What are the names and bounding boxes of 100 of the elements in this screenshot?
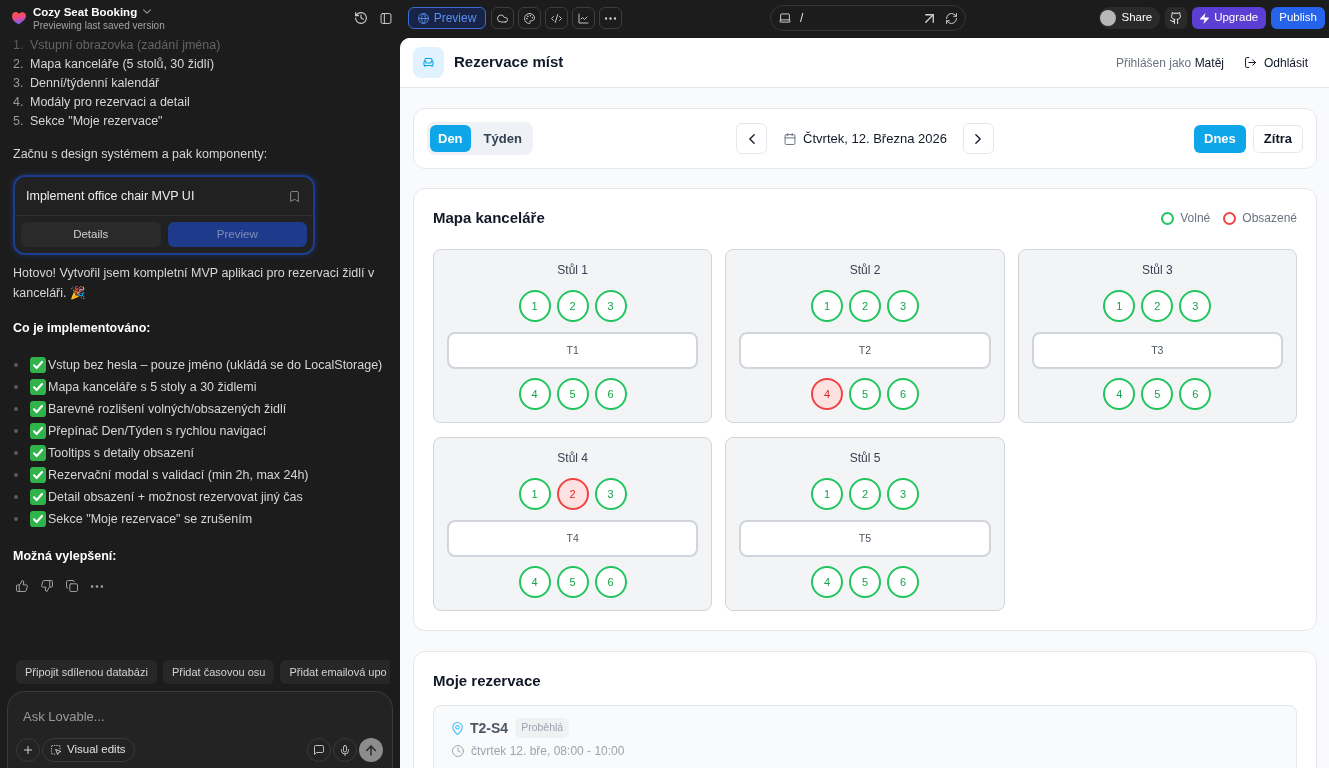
chair-seat[interactable]: 5 <box>1141 378 1174 410</box>
preview-button[interactable]: Preview <box>408 7 486 29</box>
calendar-icon <box>784 132 797 145</box>
chair-seat[interactable]: 2 <box>849 290 881 322</box>
laptop-icon[interactable] <box>779 13 791 23</box>
speech-bubble-icon <box>314 745 324 755</box>
chair-seat[interactable]: 5 <box>849 566 881 598</box>
day-button[interactable]: Dnes <box>1194 124 1246 153</box>
thumbs-up-icon[interactable] <box>16 580 28 592</box>
sidebar-icon[interactable] <box>380 12 392 24</box>
chair-seat[interactable]: 5 <box>849 378 881 410</box>
copy-icon[interactable] <box>66 580 78 592</box>
list-item-text: Přepínač Den/Týden s rychlou navigací <box>48 422 267 440</box>
task-tab[interactable]: Preview <box>167 222 307 247</box>
send-button[interactable] <box>359 738 383 762</box>
chair-seat[interactable]: 2 <box>849 478 881 510</box>
list-item-text: Mapa kanceláře (5 stolů, 30 židlí) <box>30 56 215 73</box>
chevron-left-icon <box>748 133 755 144</box>
chair-seat[interactable]: 3 <box>594 290 627 322</box>
list-item-text: Vstupní obrazovka (zadání jména) <box>30 37 221 54</box>
armchair-icon <box>413 47 444 78</box>
external-link-icon[interactable] <box>925 13 934 23</box>
palette-button[interactable] <box>518 7 541 29</box>
share-button[interactable]: Share <box>1099 7 1161 29</box>
dashed-cursor-icon <box>51 745 61 755</box>
chair-seat[interactable]: 2 <box>556 290 589 322</box>
chair-seat[interactable]: 4 <box>518 566 551 598</box>
globe-icon <box>417 12 429 24</box>
bookmark-icon[interactable] <box>290 190 299 202</box>
prompt-field[interactable]: Ask Lovable... <box>7 691 393 731</box>
refresh-icon[interactable] <box>946 12 957 24</box>
more-button[interactable] <box>599 7 622 29</box>
task-tab[interactable]: Details <box>21 222 161 247</box>
bullet-icon <box>14 429 18 433</box>
line-chart-button[interactable] <box>572 7 595 29</box>
chair-seat[interactable]: 6 <box>887 378 919 410</box>
chair-seat[interactable]: 1 <box>811 478 843 510</box>
chair-seat[interactable]: 3 <box>594 478 627 510</box>
message-text: Hotovo! Vytvořil jsem kompletní MVP aplikaci pro rezervaci židlí v kanceláři. 🎉 <box>13 265 376 302</box>
chair-seat[interactable]: 3 <box>887 290 919 322</box>
desk-table: T4 <box>447 520 699 557</box>
chair-seat[interactable]: 1 <box>811 290 843 322</box>
chair-seat[interactable]: 6 <box>1179 378 1212 410</box>
list-item-text: Tooltips s detaily obsazení <box>48 444 194 462</box>
chair-seat[interactable]: 4 <box>518 378 551 410</box>
cloud-icon <box>497 12 508 24</box>
project-name[interactable]: Cozy Seat Booking <box>33 4 138 19</box>
more-icon[interactable] <box>91 584 103 588</box>
chair-seat[interactable]: 3 <box>1179 290 1212 322</box>
list-number: 1. <box>13 37 25 54</box>
plus-icon <box>24 746 32 754</box>
code-button[interactable] <box>545 7 568 29</box>
chair-seat[interactable]: 4 <box>1103 378 1136 410</box>
chevron-down-icon[interactable] <box>143 9 152 14</box>
chair-seat[interactable]: 5 <box>556 378 589 410</box>
chair-seat[interactable]: 4 <box>811 378 843 410</box>
message-input[interactable]: Ask Lovable... <box>23 705 377 728</box>
chair-seat[interactable]: 4 <box>811 566 843 598</box>
chair-seat[interactable]: 6 <box>594 378 627 410</box>
check-mark-icon <box>30 401 46 417</box>
bullet-icon <box>14 495 18 499</box>
suggestion-chip[interactable]: Přidat emailová upo <box>280 660 390 684</box>
thumbs-down-icon[interactable] <box>41 580 53 592</box>
list-item-text: Barevné rozlišení volných/obsazených židlí <box>48 400 287 418</box>
url-path[interactable]: / <box>800 9 804 27</box>
upgrade-button[interactable]: Upgrade <box>1192 7 1267 29</box>
status-badge: Proběhlá <box>515 718 570 738</box>
github-button[interactable] <box>1165 7 1188 29</box>
view-tab[interactable]: Den <box>430 125 471 152</box>
chevron-right-icon <box>975 133 982 144</box>
list-item-text: Mapa kanceláře s 5 stoly a 30 židlemi <box>48 378 257 396</box>
suggestion-chip[interactable]: Připojit sdílenou databázi <box>16 660 157 684</box>
section-title: Moje rezervace <box>433 671 542 691</box>
view-tab[interactable]: Týden <box>475 125 530 152</box>
history-icon[interactable] <box>355 12 367 24</box>
current-date: Čtvrtek, 12. Března 2026 <box>803 129 947 148</box>
logout-button[interactable]: Odhlásit <box>1244 53 1308 72</box>
chair-seat[interactable]: 1 <box>1103 290 1136 322</box>
clock-icon <box>452 745 464 757</box>
chair-seat[interactable]: 6 <box>594 566 627 598</box>
bullet-icon <box>14 451 18 455</box>
code-icon <box>551 12 562 24</box>
chair-seat[interactable]: 2 <box>1141 290 1174 322</box>
desk-name: Stůl 3 <box>1142 262 1173 278</box>
bullet-icon <box>14 473 18 477</box>
chair-seat[interactable]: 6 <box>887 566 919 598</box>
chair-seat[interactable]: 1 <box>518 478 551 510</box>
list-item-text: Sekce "Moje rezervace" <box>30 113 163 130</box>
publish-button[interactable]: Publish <box>1271 7 1325 29</box>
section-heading: Co je implementováno: <box>13 320 152 337</box>
task-title: Implement office chair MVP UI <box>26 187 195 205</box>
cloud-button[interactable] <box>491 7 514 29</box>
chair-seat[interactable]: 2 <box>556 478 589 510</box>
chair-seat[interactable]: 1 <box>518 290 551 322</box>
check-mark-icon <box>30 467 46 483</box>
suggestion-chip[interactable]: Přidat časovou osu <box>162 660 275 684</box>
chair-seat[interactable]: 3 <box>887 478 919 510</box>
chair-seat[interactable]: 5 <box>556 566 589 598</box>
app-title: Rezervace míst <box>454 52 564 73</box>
day-button[interactable]: Zítra <box>1252 124 1303 153</box>
